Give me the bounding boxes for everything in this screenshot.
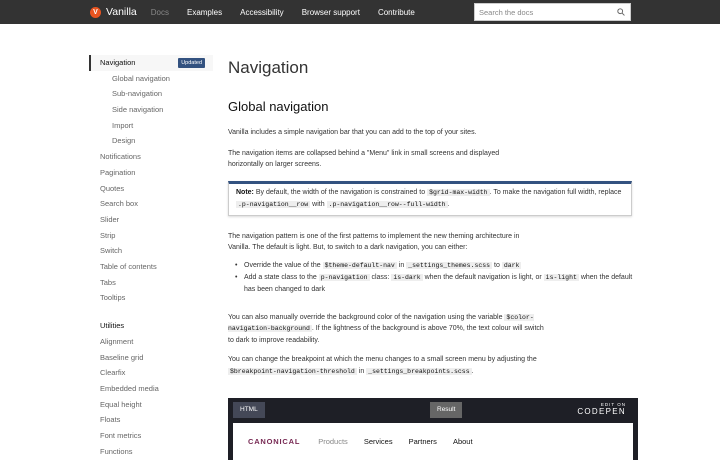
canonical-logo[interactable]: CANONICAL <box>248 437 300 446</box>
sidebar-item-import[interactable]: Import <box>89 118 213 134</box>
inline-code: is-light <box>543 273 579 281</box>
codepen-logo[interactable]: EDIT ON CODEPEN <box>577 402 626 416</box>
inline-code: $breakpoint-navigation-threshold <box>228 367 357 375</box>
intro-paragraph: Vanilla includes a simple navigation bar… <box>228 129 477 136</box>
sidebar-item-switch[interactable]: Switch <box>89 243 213 259</box>
list-text: Add a state class to the <box>244 273 319 281</box>
paragraph-text: in <box>356 367 367 375</box>
vanilla-logo-icon: V <box>90 6 101 18</box>
section-title: Global navigation <box>228 99 329 114</box>
sidebar-item-sub-navigation[interactable]: Sub-navigation <box>89 86 213 102</box>
inline-code: p-navigation <box>318 273 370 281</box>
sidebar-item-notifications[interactable]: Notifications <box>89 149 213 165</box>
updated-badge: Updated <box>178 58 205 68</box>
brand-name: Vanilla <box>106 6 137 18</box>
sidebar-item-slider[interactable]: Slider <box>89 212 213 228</box>
sidebar-item-table-of-contents[interactable]: Table of contents <box>89 259 213 275</box>
codepen-result-tab[interactable]: Result <box>430 402 463 418</box>
inline-code: $theme-default-nav <box>322 261 397 269</box>
sidebar-item-tooltips[interactable]: Tooltips <box>89 290 213 306</box>
background-paragraph: You can also manually override the backg… <box>228 312 548 347</box>
main-content: Navigation Global navigation Vanilla inc… <box>228 56 638 377</box>
sidebar-item-tabs[interactable]: Tabs <box>89 275 213 291</box>
top-navigation: V Vanilla Docs Examples Accessibility Br… <box>0 0 720 24</box>
sidebar-item-embedded-media[interactable]: Embedded media <box>89 381 213 397</box>
sidebar-item-label: Navigation <box>100 58 136 67</box>
list-text: to <box>492 261 502 269</box>
codepen-html-tab[interactable]: HTML <box>233 402 265 418</box>
sidebar: Navigation Updated Global navigation Sub… <box>89 55 213 460</box>
sidebar-item-alignment[interactable]: Alignment <box>89 334 213 350</box>
note-text: . To make the navigation full width, rep… <box>489 188 622 196</box>
inline-code: dark <box>501 261 522 269</box>
note-text: . <box>447 200 450 208</box>
inline-code: is-dark <box>391 273 423 281</box>
demo-link-services[interactable]: Services <box>364 437 393 446</box>
nav-links: Docs Examples Accessibility Browser supp… <box>151 8 433 17</box>
sidebar-item-clearfix[interactable]: Clearfix <box>89 365 213 381</box>
sidebar-item-floats[interactable]: Floats <box>89 412 213 428</box>
demo-link-products[interactable]: Products <box>318 437 348 446</box>
sidebar-item-design[interactable]: Design <box>89 133 213 149</box>
demo-link-about[interactable]: About <box>453 437 473 446</box>
sidebar-item-functions[interactable]: Functions <box>89 444 213 460</box>
note-box: Note: By default, the width of the navig… <box>228 180 632 216</box>
breakpoint-paragraph: You can change the breakpoint at which t… <box>228 354 548 377</box>
codepen-name: CODEPEN <box>577 407 626 416</box>
inline-code: $grid-max-width <box>427 188 490 196</box>
page-title: Navigation <box>228 58 309 77</box>
list-text: class: <box>369 273 392 281</box>
note-label: Note: <box>236 188 254 196</box>
sidebar-item-search-box[interactable]: Search box <box>89 196 213 212</box>
demo-link-partners[interactable]: Partners <box>409 437 437 446</box>
codepen-toolbar: HTML Result EDIT ON CODEPEN <box>228 398 638 422</box>
collapse-paragraph: The navigation items are collapsed behin… <box>228 149 500 169</box>
note-text: with <box>310 200 327 208</box>
sidebar-heading-utilities: Utilities <box>100 321 125 330</box>
sidebar-item-side-navigation[interactable]: Side navigation <box>89 102 213 118</box>
inline-code: _settings_breakpoints.scss <box>366 367 472 375</box>
paragraph-text: . <box>471 367 474 375</box>
sidebar-item-quotes[interactable]: Quotes <box>89 181 213 197</box>
sidebar-item-strip[interactable]: Strip <box>89 228 213 244</box>
list-text: when the default navigation is light, or <box>422 273 544 281</box>
nav-link-contribute[interactable]: Contribute <box>378 8 415 17</box>
sidebar-item-navigation[interactable]: Navigation Updated <box>89 55 213 71</box>
list-item: Add a state class to the p-navigation cl… <box>235 272 638 296</box>
vanilla-logo[interactable]: V Vanilla <box>90 6 137 18</box>
theming-paragraph: The navigation pattern is one of the fir… <box>228 232 520 252</box>
sidebar-item-font-metrics[interactable]: Font metrics <box>89 428 213 444</box>
demo-nav-links: Products Services Partners About <box>318 437 488 446</box>
sidebar-item-global-navigation[interactable]: Global navigation <box>89 71 213 87</box>
inline-code: .p-navigation__row--full-width <box>326 200 448 208</box>
search-input[interactable] <box>475 7 610 17</box>
codepen-result-frame: CANONICAL Products Services Partners Abo… <box>233 423 633 460</box>
sidebar-item-baseline-grid[interactable]: Baseline grid <box>89 350 213 366</box>
paragraph-text: You can also manually override the backg… <box>228 313 505 321</box>
nav-link-docs[interactable]: Docs <box>151 8 169 17</box>
list-text: in <box>396 261 407 269</box>
paragraph-text: You can change the breakpoint at which t… <box>228 356 537 363</box>
list-text: Override the value of the <box>244 261 323 269</box>
inline-code: .p-navigation__row <box>236 200 311 208</box>
sidebar-item-equal-height[interactable]: Equal height <box>89 397 213 413</box>
nav-link-accessibility[interactable]: Accessibility <box>240 8 284 17</box>
nav-link-examples[interactable]: Examples <box>187 8 222 17</box>
search-icon[interactable] <box>617 8 625 16</box>
search-box <box>474 3 631 21</box>
list-item: Override the value of the $theme-default… <box>235 260 638 272</box>
theming-options-list: Override the value of the $theme-default… <box>235 260 638 296</box>
nav-link-browser-support[interactable]: Browser support <box>302 8 360 17</box>
codepen-embed: HTML Result EDIT ON CODEPEN CANONICAL Pr… <box>228 398 638 460</box>
note-text: By default, the width of the navigation … <box>253 188 428 196</box>
sidebar-item-pagination[interactable]: Pagination <box>89 165 213 181</box>
inline-code: _settings_themes.scss <box>406 261 493 269</box>
